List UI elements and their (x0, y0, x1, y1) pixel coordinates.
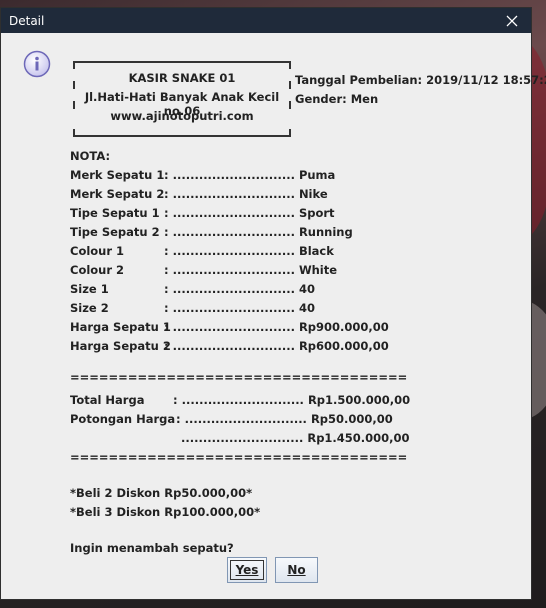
nota-item-row: Harga Sepatu 2:.........................… (70, 339, 389, 353)
store-name: KASIR SNAKE 01 (128, 71, 236, 85)
nota-item-label: Harga Sepatu 2 (70, 339, 171, 353)
close-button[interactable] (499, 10, 525, 32)
nota-item-dots: ............................ (172, 282, 295, 296)
nota-item-row: Size 1:............................ 40 (70, 282, 315, 296)
window-title: Detail (9, 13, 45, 28)
nota-item-value: Puma (298, 168, 336, 182)
nota-item-label: Merk Sepatu 2 (70, 187, 165, 201)
nota-item-label: Size 2 (70, 301, 109, 315)
discount-dots: : ............................ (176, 412, 307, 426)
purchase-date: Tanggal Pembelian: 2019/11/12 18:57:26 (295, 73, 546, 87)
nota-item-row: Colour 1:............................ Bla… (70, 244, 334, 258)
title-bar[interactable]: Detail (1, 8, 531, 33)
dialog-content: KASIR SNAKE 01 Jl.Hati-Hati Banyak Anak … (1, 33, 546, 599)
nota-item-label: Tipe Sepatu 2 (70, 225, 160, 239)
nota-item-row: Merk Sepatu 2:..........................… (70, 187, 328, 201)
nota-item-separator: : (164, 339, 169, 353)
nota-item-dots: ............................ (172, 187, 295, 201)
final-row: ............................ Rp1.450.000… (181, 431, 410, 445)
promo-line-2: *Beli 3 Diskon Rp100.000,00* (70, 505, 261, 519)
nota-item-label: Tipe Sepatu 1 (70, 206, 160, 220)
final-dots: ............................ (181, 431, 304, 445)
nota-item-separator: : (164, 168, 169, 182)
total-label: Total Harga (70, 393, 145, 407)
nota-item-value: Sport (298, 206, 335, 220)
final-value: Rp1.450.000,00 (307, 431, 410, 445)
nota-item-row: Colour 2:............................ Whi… (70, 263, 337, 277)
no-button[interactable]: No (275, 557, 318, 583)
nota-item-value: Rp900.000,00 (298, 320, 389, 334)
nota-item-separator: : (164, 320, 169, 334)
nota-item-row: Tipe Sepatu 2:..........................… (70, 225, 353, 239)
nota-item-separator: : (164, 282, 169, 296)
info-icon (23, 50, 51, 78)
detail-dialog: Detail KASIR SNAKE 01 Jl.Hati-Hati Banya… (0, 7, 546, 600)
nota-item-label: Colour 1 (70, 244, 125, 258)
discount-row: Potongan Harga: ........................… (70, 412, 393, 426)
nota-item-dots: ............................ (172, 244, 295, 258)
separator-top: =================================== (70, 370, 408, 384)
question-text: Ingin menambah sepatu? (70, 541, 234, 555)
nota-item-value: White (298, 263, 338, 277)
nota-item-dots: ............................ (172, 225, 295, 239)
nota-item-label: Colour 2 (70, 263, 125, 277)
close-icon (506, 15, 518, 26)
yes-button[interactable]: Yes (227, 557, 267, 583)
nota-item-separator: : (164, 206, 169, 220)
receipt-header-box: KASIR SNAKE 01 Jl.Hati-Hati Banyak Anak … (73, 61, 291, 137)
nota-item-separator: : (164, 225, 169, 239)
nota-item-dots: ............................ (172, 320, 295, 334)
customer-gender: Gender: Men (295, 92, 379, 106)
discount-label: Potongan Harga (70, 412, 176, 426)
nota-item-dots: ............................ (172, 263, 295, 277)
total-value: Rp1.500.000,00 (307, 393, 411, 407)
nota-item-dots: ............................ (172, 339, 295, 353)
store-website: www.ajinotoputri.com (110, 109, 254, 123)
nota-item-value: Nike (298, 187, 328, 201)
nota-item-row: Merk Sepatu 1:..........................… (70, 168, 335, 182)
nota-item-label: Merk Sepatu 1 (70, 168, 165, 182)
total-dots: : ............................ (173, 393, 304, 407)
nota-item-value: Black (298, 244, 334, 258)
separator-bottom: =================================== (70, 450, 408, 464)
total-row: Total Harga : ...........................… (70, 393, 410, 407)
discount-value: Rp50.000,00 (310, 412, 393, 426)
nota-item-value: Rp600.000,00 (298, 339, 389, 353)
promo-line-1: *Beli 2 Diskon Rp50.000,00* (70, 486, 253, 500)
nota-item-separator: : (164, 301, 169, 315)
nota-item-value: 40 (298, 301, 315, 315)
nota-item-dots: ............................ (172, 301, 295, 315)
nota-item-separator: : (164, 263, 169, 277)
nota-item-row: Tipe Sepatu 1:..........................… (70, 206, 335, 220)
nota-item-separator: : (164, 244, 169, 258)
nota-item-label: Size 1 (70, 282, 109, 296)
nota-item-dots: ............................ (172, 168, 295, 182)
nota-item-dots: ............................ (172, 206, 295, 220)
nota-heading: NOTA: (70, 149, 111, 163)
nota-item-value: Running (298, 225, 353, 239)
nota-item-row: Harga Sepatu 1:.........................… (70, 320, 389, 334)
nota-item-value: 40 (298, 282, 315, 296)
nota-item-separator: : (164, 187, 169, 201)
nota-item-row: Size 2:............................ 40 (70, 301, 315, 315)
nota-item-label: Harga Sepatu 1 (70, 320, 171, 334)
